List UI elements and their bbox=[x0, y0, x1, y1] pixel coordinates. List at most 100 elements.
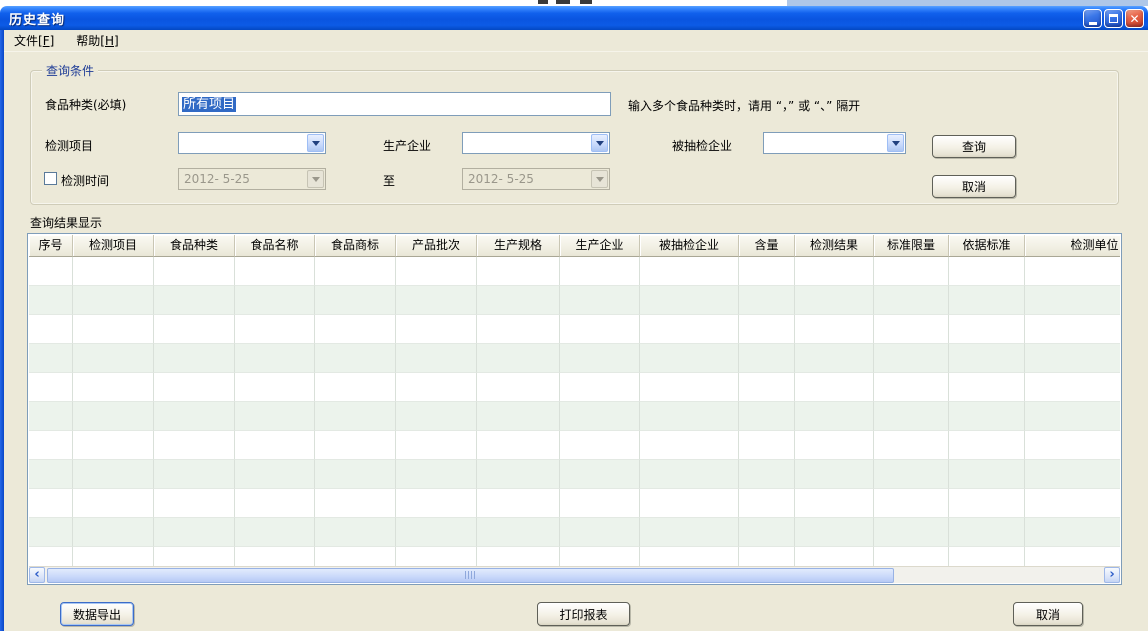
scrollbar-track[interactable] bbox=[45, 567, 1104, 584]
column-header[interactable]: 食品名称 bbox=[235, 235, 315, 257]
food-type-input[interactable]: 所有项目 bbox=[178, 92, 611, 116]
table-cell bbox=[477, 286, 560, 315]
table-cell bbox=[560, 373, 640, 402]
table-cell bbox=[477, 373, 560, 402]
test-item-dropdown-button[interactable] bbox=[307, 134, 324, 152]
test-item-combobox[interactable] bbox=[178, 132, 326, 154]
chevron-down-icon bbox=[596, 141, 604, 146]
column-header[interactable]: 检测单位 bbox=[1025, 235, 1120, 257]
table-body bbox=[29, 257, 1120, 566]
query-cancel-button[interactable]: 取消 bbox=[932, 175, 1016, 198]
table-cell bbox=[560, 489, 640, 518]
time-checkbox[interactable] bbox=[44, 172, 57, 185]
column-header[interactable]: 被抽检企业 bbox=[640, 235, 739, 257]
date-from-value: 2012- 5-25 bbox=[184, 172, 250, 186]
table-row bbox=[29, 489, 1120, 518]
table-cell bbox=[560, 257, 640, 286]
table-cell bbox=[640, 518, 739, 547]
table-cell bbox=[640, 315, 739, 344]
table-cell bbox=[29, 373, 73, 402]
food-type-selected-text: 所有项目 bbox=[182, 97, 236, 112]
column-header[interactable]: 生产规格 bbox=[477, 235, 560, 257]
table-cell bbox=[739, 286, 795, 315]
table-cell bbox=[235, 431, 315, 460]
scrollbar-thumb[interactable] bbox=[47, 568, 894, 583]
table-cell bbox=[396, 460, 477, 489]
table-row bbox=[29, 547, 1120, 566]
column-header[interactable]: 含量 bbox=[739, 235, 795, 257]
scroll-left-button[interactable]: ‹ bbox=[29, 567, 45, 583]
column-header[interactable]: 生产企业 bbox=[560, 235, 640, 257]
column-header[interactable]: 标准限量 bbox=[874, 235, 949, 257]
producer-dropdown-button[interactable] bbox=[591, 134, 608, 152]
table-cell bbox=[795, 257, 874, 286]
table-cell bbox=[640, 257, 739, 286]
table-cell bbox=[949, 344, 1025, 373]
close-icon: ✕ bbox=[1129, 13, 1139, 25]
close-button[interactable]: ✕ bbox=[1125, 9, 1144, 28]
sampled-company-combobox[interactable] bbox=[763, 132, 906, 154]
table-cell bbox=[315, 402, 396, 431]
table-cell bbox=[949, 518, 1025, 547]
window-title: 历史查询 bbox=[9, 9, 65, 28]
group-legend: 查询条件 bbox=[42, 62, 98, 79]
maximize-icon bbox=[1109, 14, 1118, 23]
table-cell bbox=[154, 547, 235, 566]
minimize-button[interactable] bbox=[1083, 9, 1102, 28]
background-window-text-fragment bbox=[538, 0, 548, 4]
table-cell bbox=[29, 257, 73, 286]
chevron-down-icon bbox=[312, 141, 320, 146]
table-row bbox=[29, 460, 1120, 489]
scroll-right-button[interactable]: › bbox=[1104, 567, 1120, 583]
test-item-label: 检测项目 bbox=[45, 137, 93, 154]
query-button[interactable]: 查询 bbox=[932, 135, 1016, 158]
column-header[interactable]: 产品批次 bbox=[396, 235, 477, 257]
data-export-button[interactable]: 数据导出 bbox=[60, 602, 134, 626]
footer-cancel-button[interactable]: 取消 bbox=[1013, 602, 1083, 626]
titlebar[interactable]: 历史查询 ✕ bbox=[0, 6, 1148, 30]
table-cell bbox=[1025, 315, 1120, 344]
time-checkbox-label: 检测时间 bbox=[61, 172, 109, 189]
table-row bbox=[29, 257, 1120, 286]
column-header[interactable]: 食品商标 bbox=[315, 235, 396, 257]
horizontal-scrollbar[interactable]: ‹ › bbox=[29, 566, 1120, 583]
table-cell bbox=[1025, 431, 1120, 460]
table-cell bbox=[154, 402, 235, 431]
table-row bbox=[29, 315, 1120, 344]
column-header[interactable]: 序号 bbox=[29, 235, 73, 257]
maximize-button[interactable] bbox=[1104, 9, 1123, 28]
food-type-label: 食品种类(必填) bbox=[45, 96, 126, 113]
table-cell bbox=[235, 518, 315, 547]
table-cell bbox=[874, 547, 949, 566]
menu-file[interactable]: 文件[F] bbox=[8, 30, 60, 51]
menu-help[interactable]: 帮助[H] bbox=[70, 30, 124, 51]
sampled-company-dropdown-button[interactable] bbox=[887, 134, 904, 152]
column-header[interactable]: 检测结果 bbox=[795, 235, 874, 257]
table-cell bbox=[739, 402, 795, 431]
table-header: 序号检测项目食品种类食品名称食品商标产品批次生产规格生产企业被抽检企业含量检测结… bbox=[29, 235, 1120, 257]
table-cell bbox=[29, 286, 73, 315]
table-cell bbox=[396, 489, 477, 518]
producer-combobox[interactable] bbox=[462, 132, 610, 154]
results-table: 序号检测项目食品种类食品名称食品商标产品批次生产规格生产企业被抽检企业含量检测结… bbox=[27, 233, 1122, 585]
table-cell bbox=[874, 460, 949, 489]
table-cell bbox=[739, 315, 795, 344]
table-cell bbox=[477, 460, 560, 489]
table-cell bbox=[640, 431, 739, 460]
table-cell bbox=[29, 431, 73, 460]
table-cell bbox=[235, 373, 315, 402]
table-cell bbox=[154, 489, 235, 518]
table-cell bbox=[795, 402, 874, 431]
print-report-button[interactable]: 打印报表 bbox=[537, 602, 630, 626]
column-header[interactable]: 检测项目 bbox=[73, 235, 154, 257]
column-header[interactable]: 依据标准 bbox=[949, 235, 1025, 257]
table-cell bbox=[1025, 489, 1120, 518]
producer-label: 生产企业 bbox=[383, 137, 431, 154]
column-header[interactable]: 食品种类 bbox=[154, 235, 235, 257]
table-cell bbox=[396, 257, 477, 286]
table-cell bbox=[477, 344, 560, 373]
scrollbar-grip-icon bbox=[465, 571, 476, 579]
menu-help-label-end: ] bbox=[114, 34, 119, 48]
table-cell bbox=[315, 315, 396, 344]
scroll-right-icon: › bbox=[1109, 567, 1114, 582]
